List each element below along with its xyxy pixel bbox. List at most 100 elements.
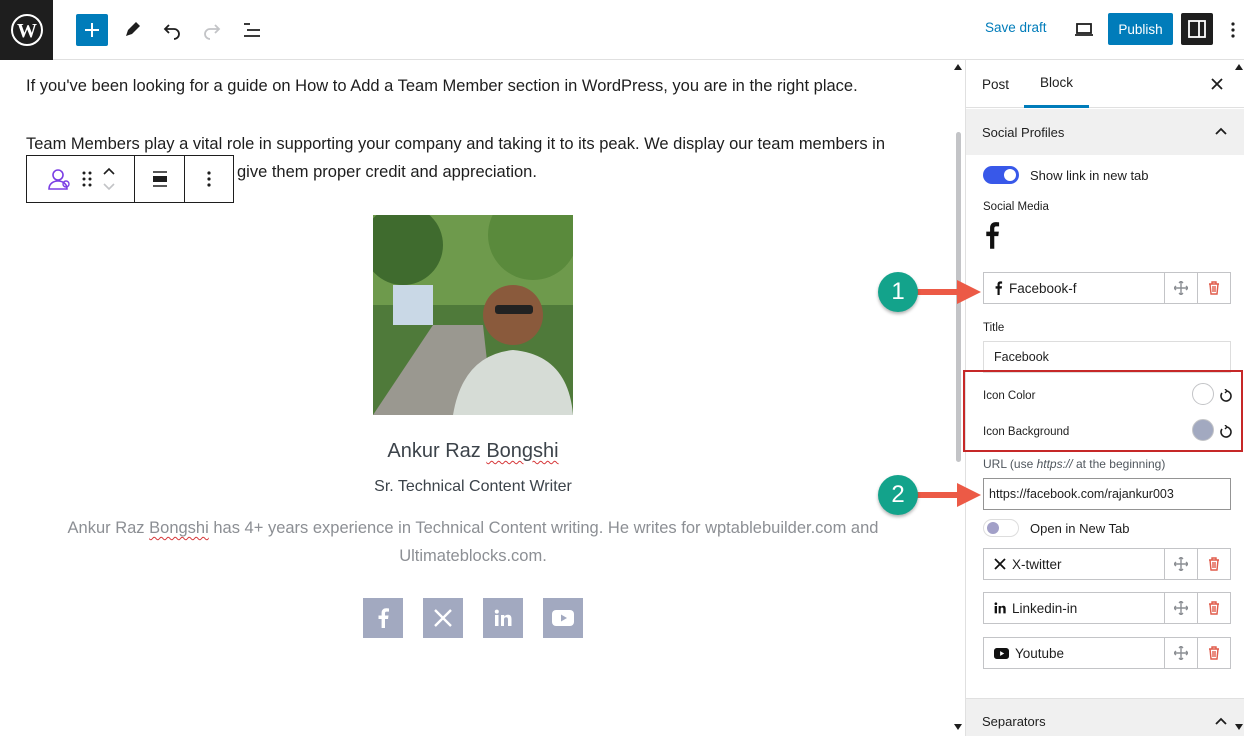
undo-button[interactable] (156, 14, 188, 46)
bio-text: has 4+ years experience in Technical Con… (208, 519, 879, 565)
preview-button[interactable] (1068, 14, 1100, 46)
social-item-linkedin[interactable]: Linkedin-in (983, 592, 1231, 624)
block-options-button[interactable] (185, 156, 233, 202)
move-icon (1174, 557, 1188, 571)
paragraph-block[interactable]: If you've been looking for a guide on Ho… (26, 72, 926, 100)
social-item-facebook[interactable]: Facebook-f (983, 272, 1231, 304)
linkedin-icon (494, 609, 512, 626)
move-item-button[interactable] (1164, 638, 1197, 668)
move-up-down-icon[interactable] (102, 166, 116, 192)
sidebar-tabs: Post Block (966, 60, 1244, 108)
url-input[interactable]: https://facebook.com/rajankur003 (983, 478, 1231, 510)
tab-post[interactable]: Post (982, 60, 1009, 108)
callout-marker: 1 (878, 272, 918, 312)
linkedin-icon (994, 602, 1006, 614)
tab-block[interactable]: Block (1024, 60, 1090, 108)
drag-handle-icon[interactable] (82, 171, 92, 187)
move-icon (1174, 281, 1188, 295)
close-icon[interactable] (1207, 74, 1227, 94)
svg-text:W: W (17, 20, 37, 42)
open-new-tab-toggle[interactable] (983, 519, 1019, 537)
scroll-down-arrow-icon[interactable] (1235, 724, 1243, 730)
bio-text: Ankur Raz (67, 519, 150, 537)
desktop-preview-icon (1075, 23, 1093, 36)
social-item-youtube[interactable]: Youtube (983, 637, 1231, 669)
publish-button[interactable]: Publish (1108, 13, 1173, 45)
scroll-down-arrow-icon[interactable] (954, 724, 962, 730)
move-item-button[interactable] (1164, 593, 1197, 623)
open-new-tab-label: Open in New Tab (1030, 521, 1130, 536)
block-toolbar (26, 155, 234, 203)
scroll-up-arrow-icon[interactable] (954, 64, 962, 70)
vertical-ellipsis-icon (1231, 22, 1235, 38)
social-item-label[interactable]: Youtube (984, 638, 1164, 668)
youtube-icon (552, 610, 574, 626)
separators-panel-header[interactable]: Separators (966, 698, 1244, 736)
plus-icon (85, 23, 99, 37)
linkedin-social-button[interactable] (483, 598, 523, 638)
url-label-emphasis: https:// (1036, 457, 1073, 471)
team-member-photo[interactable] (373, 215, 573, 415)
trash-icon (1209, 281, 1219, 295)
move-icon (1174, 601, 1188, 615)
x-twitter-social-button[interactable] (423, 598, 463, 638)
move-item-button[interactable] (1164, 273, 1197, 303)
paragraph-block-continued[interactable]: give them proper credit and appreciation… (237, 158, 537, 186)
show-link-new-tab-toggle[interactable] (983, 166, 1019, 184)
delete-item-button[interactable] (1197, 549, 1230, 579)
block-type-group[interactable] (27, 156, 135, 202)
member-name[interactable]: Ankur Raz Bongshi (0, 440, 946, 463)
align-button[interactable] (135, 156, 185, 202)
x-twitter-icon (994, 558, 1006, 570)
toggle-knob (1004, 169, 1016, 181)
social-item-label[interactable]: X-twitter (984, 549, 1164, 579)
document-overview-button[interactable] (236, 14, 268, 46)
settings-toggle-button[interactable] (1181, 13, 1213, 45)
social-item-text: Linkedin-in (1012, 600, 1078, 616)
bio-text-misspelled: Bongshi (149, 519, 209, 537)
youtube-social-button[interactable] (543, 598, 583, 638)
social-item-text: Youtube (1015, 645, 1065, 661)
trash-icon (1209, 646, 1219, 660)
undo-icon (163, 24, 180, 40)
member-last-name: Bongshi (486, 440, 559, 462)
social-item-x-twitter[interactable]: X-twitter (983, 548, 1231, 580)
scroll-up-arrow-icon[interactable] (1235, 64, 1243, 70)
move-icon (1174, 646, 1188, 660)
show-link-label: Show link in new tab (1030, 168, 1149, 183)
highlight-box (963, 370, 1243, 452)
facebook-social-button[interactable] (363, 598, 403, 638)
chevron-up-icon (1215, 127, 1227, 135)
delete-item-button[interactable] (1197, 638, 1230, 668)
panel-title: Social Profiles (982, 124, 1065, 140)
edit-tools-button[interactable] (116, 14, 148, 46)
options-menu-button[interactable] (1222, 14, 1244, 46)
member-bio[interactable]: Ankur Raz Bongshi has 4+ years experienc… (40, 514, 906, 570)
title-input[interactable]: Facebook (983, 341, 1231, 373)
redo-icon (204, 24, 221, 40)
member-first-name: Ankur Raz (387, 440, 487, 462)
url-label-text: at the beginning) (1072, 457, 1166, 471)
social-item-label[interactable]: Linkedin-in (984, 593, 1164, 623)
move-item-button[interactable] (1164, 549, 1197, 579)
editor-canvas: If you've been looking for a guide on Ho… (0, 60, 965, 736)
social-profiles-panel-header[interactable]: Social Profiles (966, 109, 1244, 155)
list-view-icon (244, 23, 260, 37)
delete-item-button[interactable] (1197, 593, 1230, 623)
delete-item-button[interactable] (1197, 273, 1230, 303)
save-draft-button[interactable]: Save draft (985, 20, 1047, 35)
youtube-icon (994, 647, 1009, 659)
paragraph-block[interactable]: Team Members play a vital role in suppor… (26, 130, 926, 158)
wordpress-logo-icon[interactable]: W (0, 0, 53, 60)
top-toolbar: W Save draft Publish (0, 0, 1244, 60)
add-block-button[interactable] (76, 14, 108, 46)
social-item-label[interactable]: Facebook-f (984, 273, 1164, 303)
facebook-icon (378, 608, 389, 628)
team-member-block-icon (47, 169, 70, 190)
redo-button[interactable] (196, 14, 228, 46)
trash-icon (1209, 601, 1219, 615)
member-role[interactable]: Sr. Technical Content Writer (0, 478, 946, 496)
vertical-ellipsis-icon (207, 171, 211, 187)
title-label: Title (983, 322, 1005, 334)
facebook-icon (995, 281, 1003, 295)
